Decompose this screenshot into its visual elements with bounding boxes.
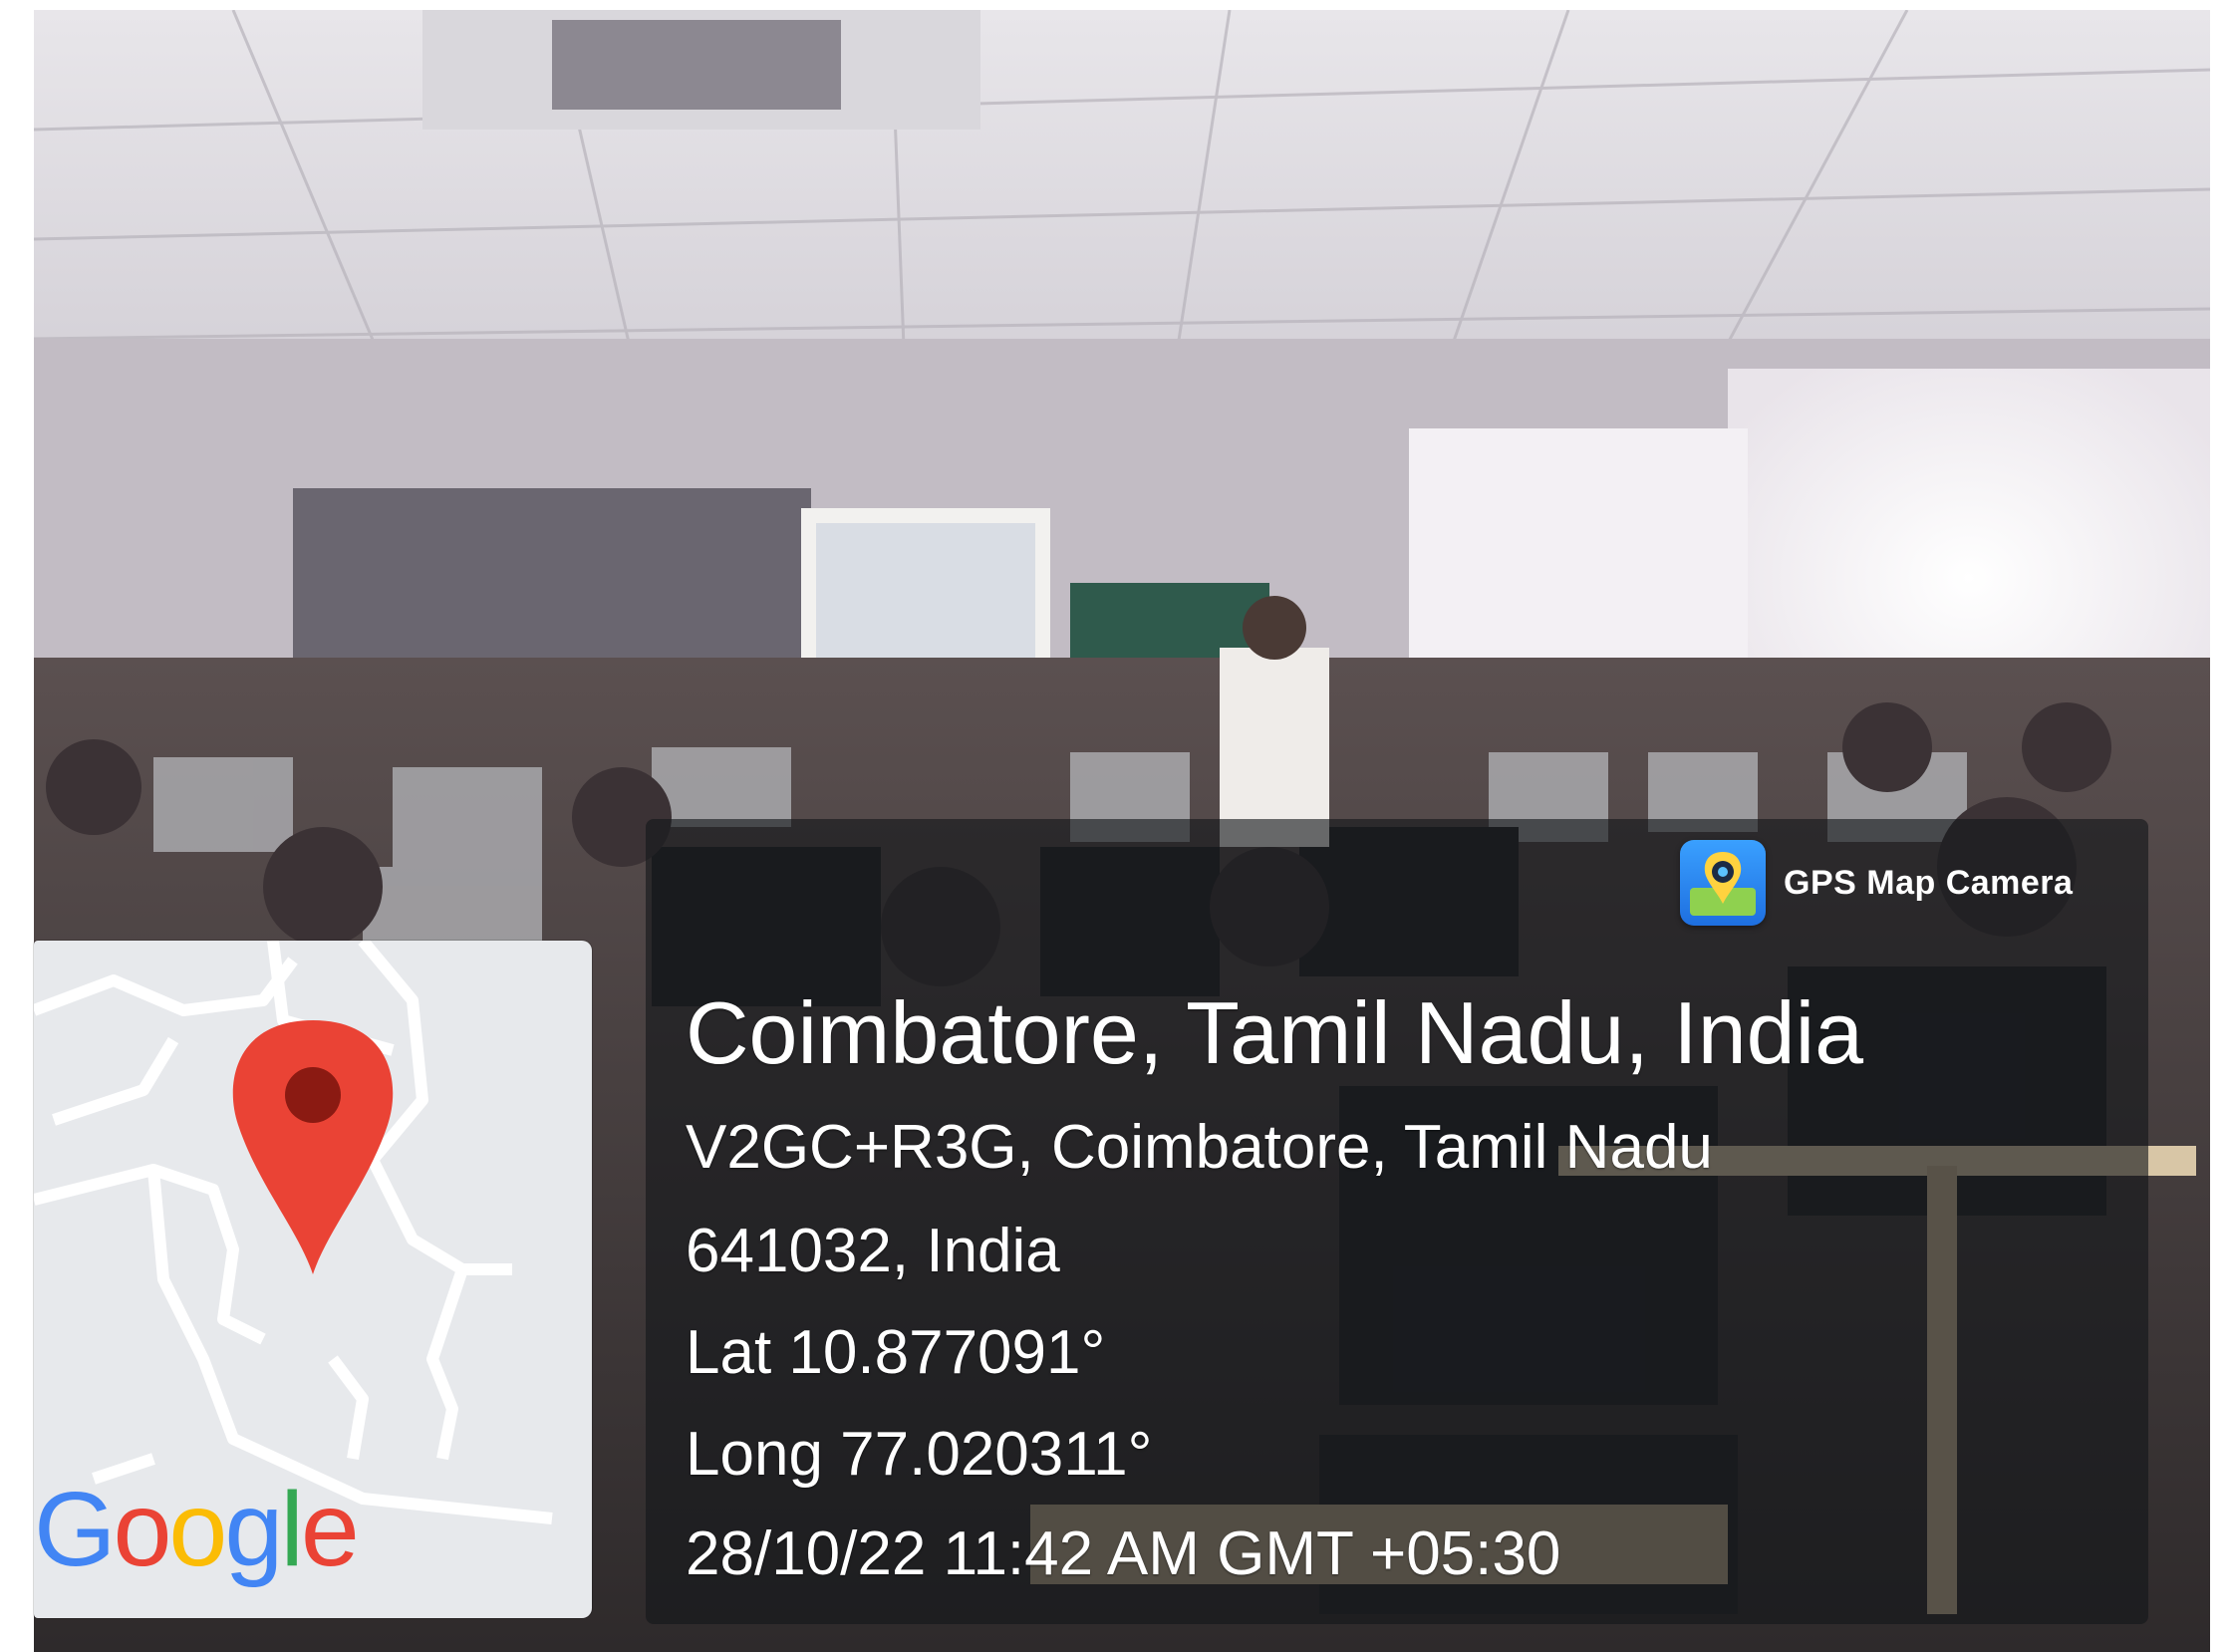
google-logo-o2: o <box>168 1471 227 1588</box>
google-logo-l: l <box>280 1471 304 1588</box>
latitude: Lat 10.877091° <box>686 1318 1106 1387</box>
longitude: Long 77.020311° <box>686 1420 1153 1489</box>
datetime: 28/10/22 11:42 AM GMT +05:30 <box>686 1519 1561 1588</box>
google-logo-e: e <box>300 1471 360 1588</box>
address-line-1: V2GC+R3G, Coimbatore, Tamil Nadu <box>686 1113 1713 1182</box>
gps-map-camera-app-icon <box>1680 840 1766 926</box>
google-logo-g1: G <box>34 1471 116 1588</box>
address-line-2: 641032, India <box>686 1217 1060 1285</box>
map-thumbnail[interactable]: Google <box>34 941 592 1618</box>
google-logo-o1: o <box>113 1471 171 1588</box>
app-badge: GPS Map Camera <box>1680 833 2073 933</box>
app-name: GPS Map Camera <box>1784 863 2074 902</box>
google-logo-g2: g <box>224 1471 283 1588</box>
google-logo: Google <box>34 1477 360 1582</box>
location-title: Coimbatore, Tamil Nadu, India <box>686 983 1864 1082</box>
